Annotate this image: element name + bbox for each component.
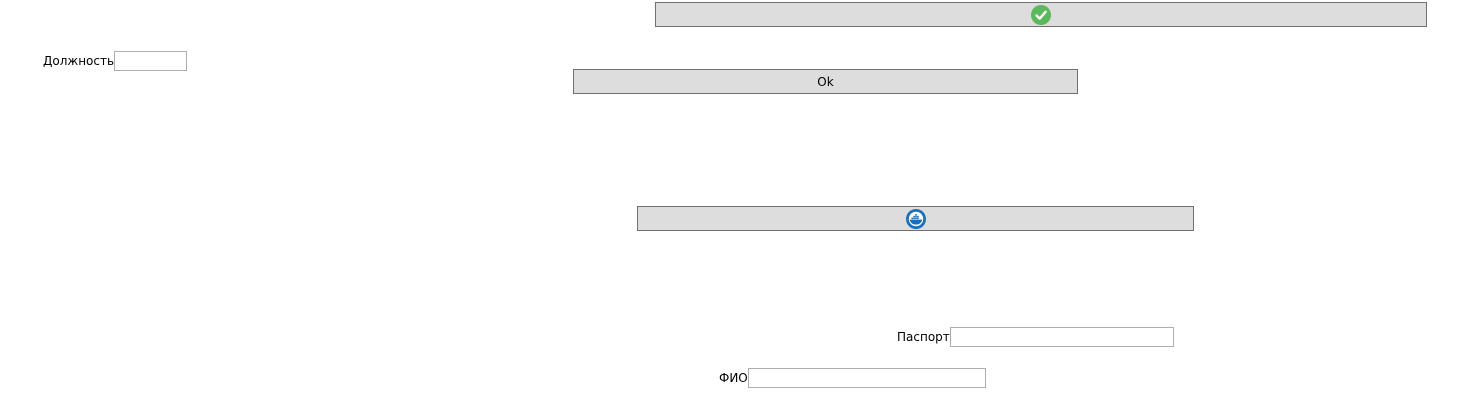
passport-input[interactable] <box>949 327 1174 347</box>
ok-button[interactable]: Ok <box>573 69 1078 94</box>
position-label: Должность <box>43 54 115 68</box>
confirm-button[interactable] <box>655 2 1427 27</box>
docker-button[interactable] <box>637 206 1194 231</box>
passport-label: Паспорт <box>897 330 950 344</box>
fio-field-row: ФИО <box>719 368 986 388</box>
position-field-row: Должность <box>43 51 188 71</box>
position-input[interactable] <box>114 51 188 71</box>
fio-label: ФИО <box>719 371 748 385</box>
checkmark-icon <box>1031 4 1051 25</box>
docker-whale-icon <box>905 208 926 229</box>
passport-field-row: Паспорт <box>897 327 1174 347</box>
fio-input[interactable] <box>747 368 986 388</box>
